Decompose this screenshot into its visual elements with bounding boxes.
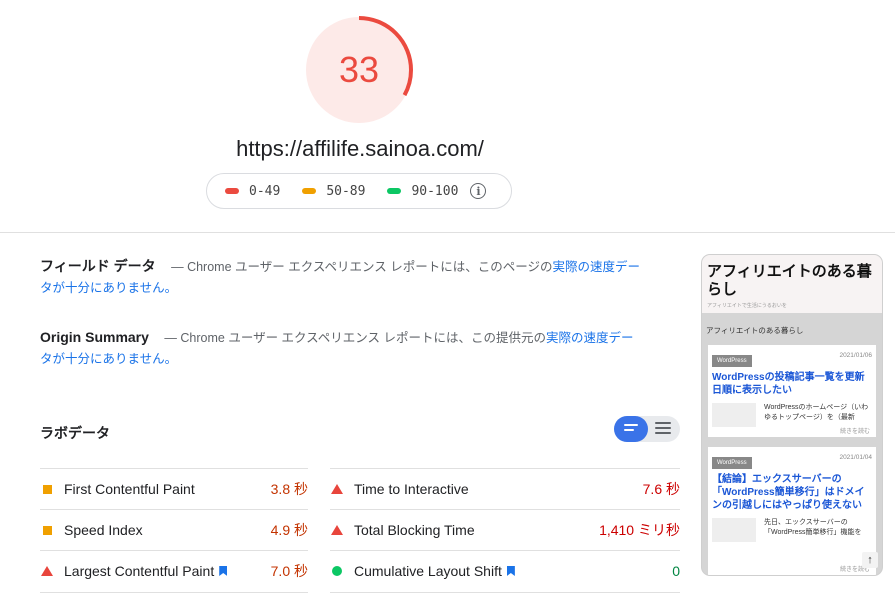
legend-fail-marker — [225, 188, 239, 194]
scroll-up-icon[interactable]: ↑ — [862, 552, 878, 568]
field-data-title: フィールド データ — [40, 258, 156, 274]
divider — [40, 592, 308, 593]
fail-triangle-icon — [41, 566, 53, 576]
card-excerpt: 先日、エックスサーバーの「WordPress簡単移行」機能を — [708, 518, 876, 542]
bookmark-icon — [219, 566, 228, 576]
metric-label: Total Blocking Time — [354, 522, 475, 538]
info-icon[interactable]: i — [470, 183, 487, 199]
card-thumbnail — [712, 403, 756, 427]
page-screenshot[interactable]: アフィリエイトのある暮らし アフィリエイトで生活にうるおいを アフィリエイトのあ… — [702, 255, 882, 575]
list-view-icon[interactable] — [655, 422, 671, 434]
metric-value: 7.6 秒 — [642, 481, 680, 497]
performance-score: 33 — [338, 49, 380, 90]
lab-data-title: ラボデータ — [40, 425, 110, 441]
score-legend: 0-49 50-89 90-100 i — [206, 173, 512, 209]
card-title: WordPressの投稿記事一覧を更新日順に表示したい — [712, 372, 865, 396]
screenshot-site-subtitle: アフィリエイトで生活にうるおいを — [707, 303, 787, 309]
fail-triangle-icon — [331, 484, 343, 494]
metric-largest-contentful-paint: Largest Contentful Paint 7.0 秒 — [40, 550, 308, 591]
field-data-section: フィールド データ — Chrome ユーザー エクスペリエンス レポートには、… — [40, 256, 640, 299]
average-square-icon — [43, 525, 52, 535]
fail-triangle-icon — [331, 525, 343, 535]
screenshot-header: アフィリエイトのある暮らし アフィリエイトで生活にうるおいを — [702, 255, 882, 313]
divider — [0, 232, 895, 233]
card-excerpt: WordPressのホームページ（いわゆるトップページ）を（最新 — [708, 403, 876, 427]
legend-item-fail: 0-49 — [225, 184, 280, 199]
card-tag: WordPress — [712, 457, 752, 469]
bookmark-icon — [506, 566, 515, 576]
divider — [330, 592, 680, 593]
metric-value: 4.9 秒 — [270, 522, 308, 538]
metric-value: 0 — [672, 563, 680, 579]
origin-summary-text: Chrome ユーザー エクスペリエンス レポートには、この提供元の — [180, 331, 547, 345]
metric-time-to-interactive: Time to Interactive 7.6 秒 — [330, 468, 680, 509]
metric-label: Largest Contentful Paint — [64, 563, 215, 579]
card-read-more: 続きを読む — [839, 429, 870, 435]
origin-summary-sep: — — [164, 331, 177, 345]
legend-item-pass: 90-100 — [387, 184, 458, 199]
origin-summary-title: Origin Summary — [40, 329, 149, 345]
summary-view-icon — [624, 424, 638, 431]
metric-label: Speed Index — [64, 522, 143, 538]
card-tag: WordPress — [712, 355, 752, 367]
average-square-icon — [43, 484, 52, 494]
legend-pass-label: 90-100 — [411, 183, 459, 199]
legend-item-average: 50-89 — [302, 184, 365, 199]
legend-fail-label: 0-49 — [249, 183, 281, 199]
page-url: https://affilife.sainoa.com/ — [236, 136, 484, 161]
view-toggle[interactable] — [614, 416, 680, 442]
metric-total-blocking-time: Total Blocking Time 1,410 ミリ秒 — [330, 509, 680, 550]
card-date: 2021/01/04 — [839, 454, 872, 461]
metric-label: Cumulative Layout Shift — [354, 563, 502, 579]
field-data-text: Chrome ユーザー エクスペリエンス レポートには、このページの — [187, 260, 553, 274]
legend-pass-marker — [387, 188, 402, 194]
field-data-sep: — — [171, 260, 184, 274]
metric-value: 1,410 ミリ秒 — [599, 522, 680, 538]
screenshot-site-title: アフィリエイトのある暮らし — [707, 263, 872, 298]
metric-first-contentful-paint: First Contentful Paint 3.8 秒 — [40, 468, 308, 509]
legend-average-label: 50-89 — [326, 183, 366, 199]
metric-value: 3.8 秒 — [270, 481, 308, 497]
metric-value: 7.0 秒 — [270, 563, 308, 579]
metric-speed-index: Speed Index 4.9 秒 — [40, 509, 308, 550]
card-title: 【結論】エックスサーバーの「WordPress簡単移行」はドメインの引越しにはや… — [712, 474, 865, 511]
pass-circle-icon — [332, 566, 342, 576]
screenshot-card: WordPress 2021/01/04 【結論】エックスサーバーの「WordP… — [708, 447, 876, 575]
card-excerpt-text: 先日、エックスサーバーの「WordPress簡単移行」機能を — [764, 519, 862, 536]
legend-average-marker — [302, 188, 317, 194]
screenshot-breadcrumb: アフィリエイトのある暮らし — [706, 326, 804, 335]
metric-label: Time to Interactive — [354, 481, 469, 497]
metric-cumulative-layout-shift: Cumulative Layout Shift 0 — [330, 550, 680, 591]
card-thumbnail — [712, 518, 756, 542]
screenshot-card: WordPress 2021/01/06 WordPressの投稿記事一覧を更新… — [708, 345, 876, 437]
card-excerpt-text: WordPressのホームページ（いわゆるトップページ）を（最新 — [764, 404, 869, 421]
card-date: 2021/01/06 — [839, 352, 872, 359]
origin-summary-section: Origin Summary — Chrome ユーザー エクスペリエンス レポ… — [40, 327, 640, 370]
metric-label: First Contentful Paint — [64, 481, 195, 497]
